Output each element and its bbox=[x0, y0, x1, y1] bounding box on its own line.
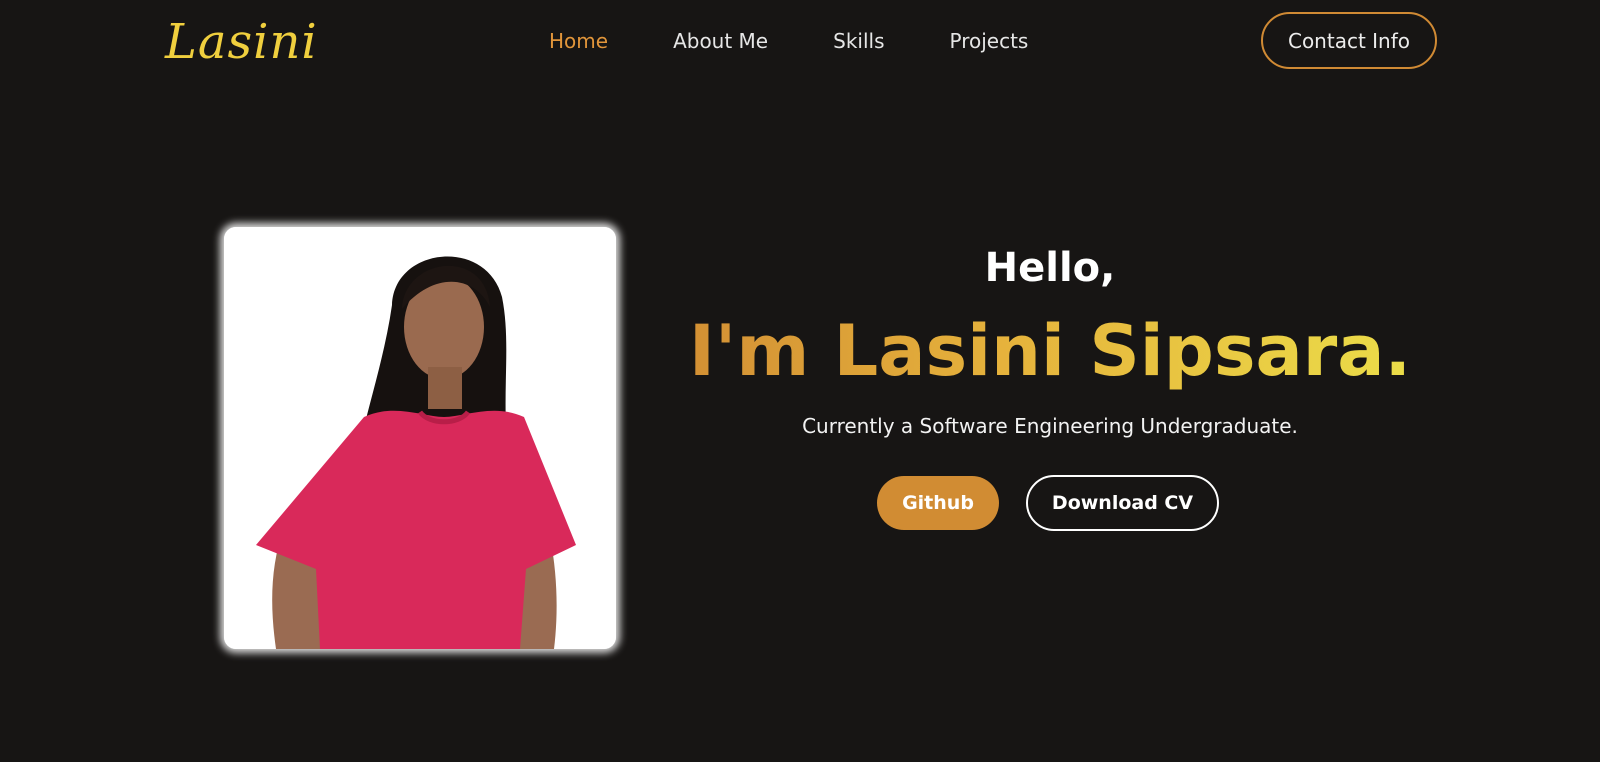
portfolio-page: Lasini Home About Me Skills Projects Con… bbox=[0, 0, 1600, 762]
github-button[interactable]: Github bbox=[877, 476, 999, 530]
main-nav: Home About Me Skills Projects bbox=[549, 26, 1028, 56]
site-logo[interactable]: Lasini bbox=[165, 10, 318, 74]
contact-info-button[interactable]: Contact Info bbox=[1261, 12, 1437, 69]
nav-item-projects[interactable]: Projects bbox=[950, 26, 1029, 56]
name-heading: I'm Lasini Sipsara. bbox=[650, 310, 1450, 392]
tagline: Currently a Software Engineering Undergr… bbox=[802, 414, 1298, 438]
nav-item-skills[interactable]: Skills bbox=[833, 26, 884, 56]
profile-photo bbox=[224, 227, 616, 649]
nav-item-about-me[interactable]: About Me bbox=[673, 26, 768, 56]
download-cv-button[interactable]: Download CV bbox=[1026, 475, 1219, 531]
greeting-heading: Hello, bbox=[984, 245, 1116, 291]
portrait-illustration bbox=[224, 227, 616, 649]
nav-item-home[interactable]: Home bbox=[549, 26, 608, 56]
